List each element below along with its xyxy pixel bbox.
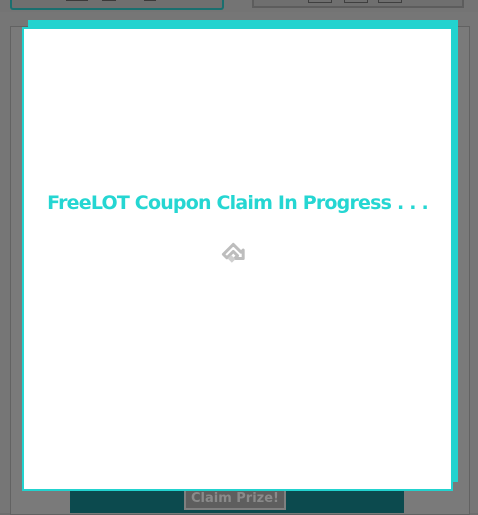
claim-progress-modal: FreeLOT Coupon Claim In Progress . . . xyxy=(22,27,453,491)
top-tab-right xyxy=(252,0,464,8)
top-tab-right-control xyxy=(308,0,332,3)
top-bar xyxy=(0,0,478,12)
top-tab-right-control xyxy=(378,0,402,3)
top-tab-left-control xyxy=(102,0,116,1)
claim-prize-button: Claim Prize! xyxy=(184,488,286,510)
loading-spinner-icon xyxy=(219,240,249,270)
top-tab-left xyxy=(10,0,224,10)
top-tab-right-control xyxy=(344,0,368,3)
top-tab-left-control xyxy=(66,0,88,1)
top-tab-left-control xyxy=(144,0,156,1)
claim-progress-message: FreeLOT Coupon Claim In Progress . . . xyxy=(47,192,429,214)
